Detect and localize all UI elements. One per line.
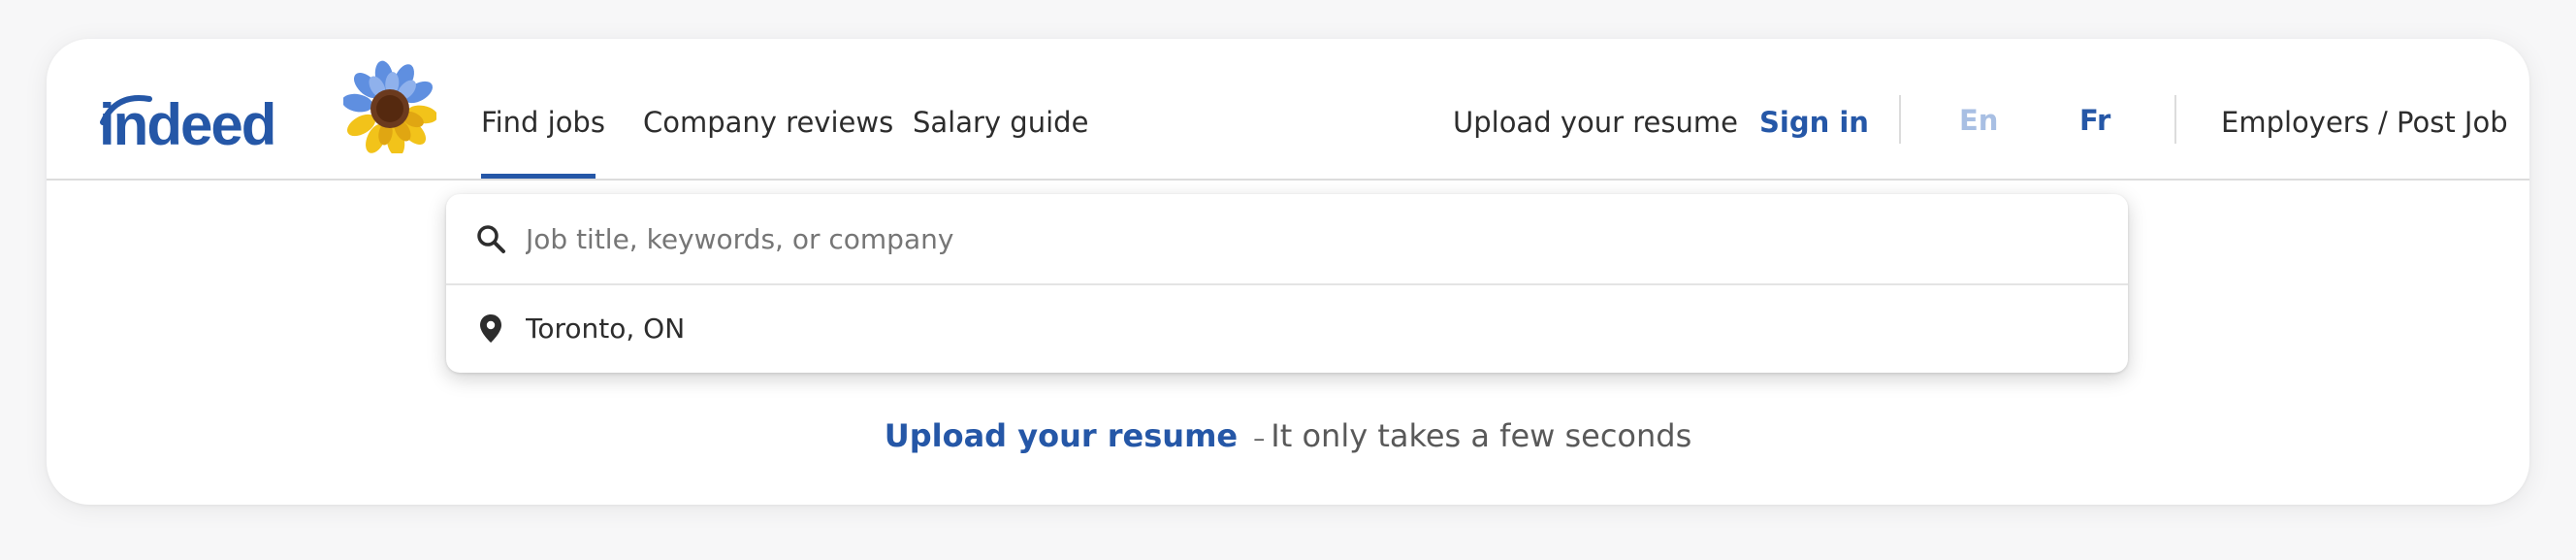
job-search-box	[446, 194, 2128, 373]
header-divider	[2174, 95, 2176, 144]
sign-in-link[interactable]: Sign in	[1759, 103, 1869, 142]
what-search-row[interactable]	[446, 194, 2128, 285]
search-icon	[477, 225, 505, 253]
active-tab-indicator	[481, 174, 596, 179]
what-search-input[interactable]	[526, 215, 2077, 262]
promo-text: It only takes a few seconds	[1271, 417, 1692, 454]
sunflower-icon	[343, 60, 436, 153]
logo-text: indeed	[99, 92, 276, 157]
nav-company-reviews[interactable]: Company reviews	[643, 103, 893, 142]
nav-salary-guide[interactable]: Salary guide	[913, 103, 1088, 142]
nav-find-jobs[interactable]: Find jobs	[481, 103, 605, 142]
top-header: indeed Find jobs Company reviews Salary …	[47, 39, 2529, 181]
promo-separator: –	[1253, 425, 1266, 452]
language-en[interactable]: En	[1959, 101, 1998, 140]
language-fr[interactable]: Fr	[2079, 101, 2110, 140]
where-search-row[interactable]	[446, 283, 2128, 373]
main-card: indeed Find jobs Company reviews Salary …	[47, 39, 2529, 505]
nav-upload-resume[interactable]: Upload your resume	[1453, 103, 1738, 142]
where-location-input[interactable]	[526, 305, 2077, 351]
upload-resume-promo: Upload your resume – It only takes a few …	[47, 413, 2529, 461]
indeed-logo[interactable]: indeed	[99, 82, 276, 169]
upload-resume-link[interactable]: Upload your resume	[885, 417, 1238, 454]
header-divider	[1899, 95, 1901, 144]
employers-post-job-link[interactable]: Employers / Post Job	[2221, 103, 2508, 142]
location-pin-icon	[480, 314, 501, 343]
